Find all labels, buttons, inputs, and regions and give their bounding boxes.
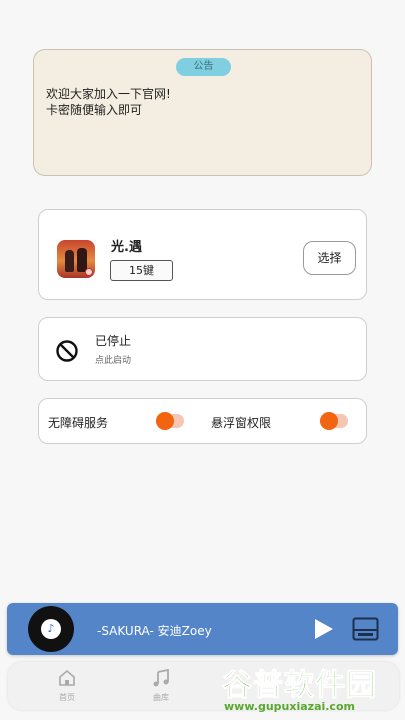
watermark: 谷普软件园 www.gupuxiazai.com [222, 660, 403, 718]
music-icon [153, 668, 169, 687]
watermark-url: www.gupuxiazai.com [224, 700, 355, 713]
home-icon [59, 669, 75, 686]
nav-label-library: 曲库 [153, 693, 169, 702]
accessibility-label: 无障碍服务 [48, 416, 109, 430]
notice-card: 公告 欢迎大家加入一下官网! 卡密随便输入即可 [33, 49, 372, 176]
playlist-icon[interactable] [352, 617, 379, 641]
nav-item-library[interactable]: 曲库 [141, 668, 181, 703]
status-subtitle: 点此启动 [95, 356, 132, 366]
accessibility-toggle[interactable] [156, 412, 184, 430]
game-name: 光.遇 [111, 240, 142, 255]
watermark-title: 谷普软件园 [222, 668, 377, 704]
album-disc[interactable]: ♪ [28, 606, 74, 652]
music-note-icon: ♪ [41, 619, 61, 639]
song-title: -SAKURA- 安迪Zoey [97, 624, 212, 638]
status-title: 已停止 [95, 334, 132, 348]
game-icon [57, 240, 95, 278]
service-status-card[interactable]: 已停止 点此启动 [38, 317, 367, 381]
select-game-button[interactable]: 选择 [303, 241, 356, 275]
overlay-label: 悬浮窗权限 [211, 416, 272, 430]
stop-icon [56, 340, 78, 362]
permissions-card: 无障碍服务 悬浮窗权限 [38, 398, 367, 444]
music-player-bar[interactable]: ♪ -SAKURA- 安迪Zoey [7, 603, 398, 655]
key-count-badge: 15键 [110, 260, 173, 281]
notice-text: 欢迎大家加入一下官网! 卡密随便输入即可 [46, 87, 171, 117]
nav-item-home[interactable]: 首页 [47, 669, 87, 703]
play-icon[interactable] [311, 617, 335, 641]
overlay-toggle[interactable] [320, 412, 348, 430]
game-card: 光.遇 15键 选择 [38, 209, 367, 300]
notice-badge: 公告 [176, 58, 231, 76]
nav-label-home: 首页 [59, 693, 75, 702]
